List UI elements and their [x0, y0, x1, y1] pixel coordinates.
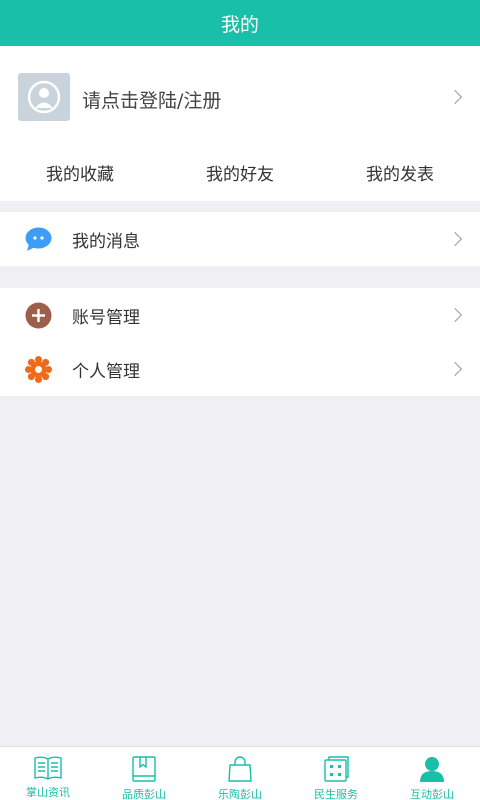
- menu-label: 个人管理: [72, 361, 140, 382]
- tab-label: 民生服务: [314, 788, 358, 800]
- user-icon: [417, 755, 447, 783]
- menu-item-messages[interactable]: 我的消息: [0, 212, 480, 266]
- bookmark-book-icon: [129, 755, 159, 783]
- profile-card: 请点击登陆/注册 我的收藏 我的好友 我的发表: [0, 46, 480, 201]
- default-avatar-icon: [27, 80, 61, 114]
- login-register-link[interactable]: 请点击登陆/注册: [82, 86, 221, 113]
- book-open-icon: [33, 755, 63, 781]
- tab-label: 乐陶彭山: [218, 788, 262, 800]
- chevron-right-icon: [447, 89, 463, 105]
- page-title: 我的: [220, 13, 259, 36]
- tab-label: 互动彭山: [410, 788, 454, 800]
- shopping-bag-icon: [225, 755, 255, 783]
- menu-label: 我的消息: [72, 231, 140, 252]
- tab-label: 品质彭山: [122, 788, 166, 800]
- tab-interaction[interactable]: 互动彭山: [384, 747, 480, 800]
- my-favorites-link[interactable]: 我的收藏: [0, 150, 160, 201]
- menu-item-account[interactable]: 账号管理: [0, 288, 480, 342]
- menu-label: 账号管理: [72, 307, 140, 328]
- my-friends-link[interactable]: 我的好友: [160, 150, 320, 201]
- chevron-right-icon: [447, 361, 463, 377]
- chat-bubble-icon: [25, 226, 52, 253]
- tab-news[interactable]: 掌山资讯: [0, 747, 96, 800]
- chevron-right-icon: [447, 231, 463, 247]
- menu-item-personal[interactable]: 个人管理: [0, 342, 480, 396]
- gear-icon: [25, 355, 52, 383]
- chevron-right-icon: [447, 307, 463, 323]
- tab-services[interactable]: 民生服务: [288, 747, 384, 800]
- bottom-tab-bar: 掌山资讯 品质彭山 乐陶彭山 民生服务 互动彭山: [0, 746, 480, 800]
- my-posts-link[interactable]: 我的发表: [320, 150, 480, 201]
- tab-quality[interactable]: 品质彭山: [96, 747, 192, 800]
- quick-links: 我的收藏 我的好友 我的发表: [0, 150, 480, 201]
- avatar[interactable]: [18, 73, 70, 121]
- tab-label: 掌山资讯: [26, 786, 70, 799]
- plus-circle-icon: [25, 302, 52, 329]
- tab-leisure[interactable]: 乐陶彭山: [192, 747, 288, 800]
- login-row[interactable]: 请点击登陆/注册: [0, 46, 480, 150]
- app-header: 我的: [0, 0, 480, 46]
- grid-card-icon: [321, 755, 351, 783]
